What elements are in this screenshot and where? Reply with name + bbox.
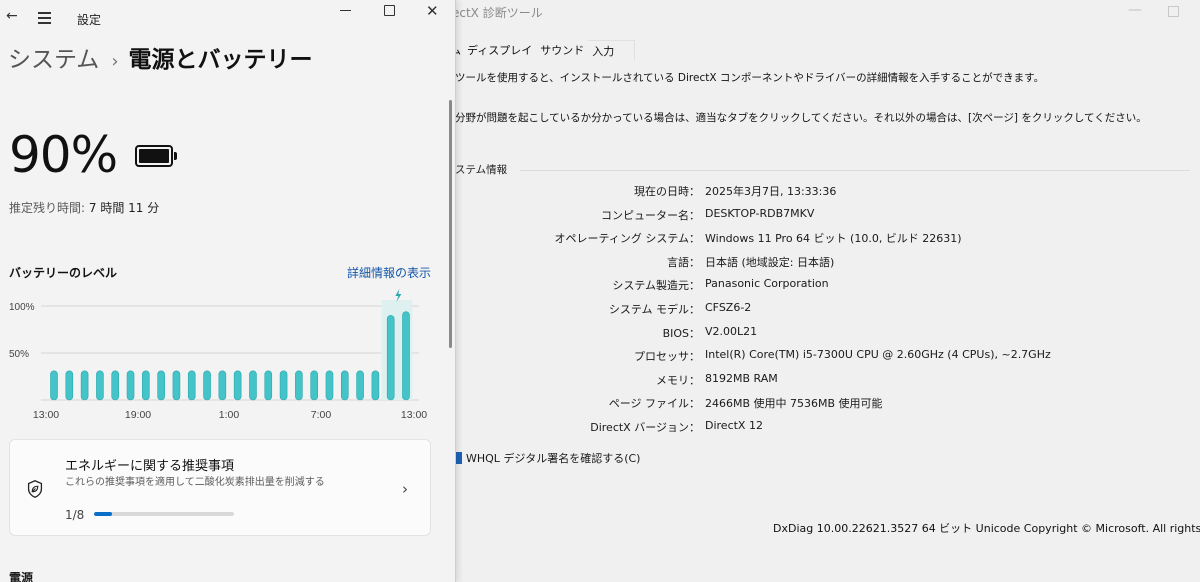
x-tick-label: 1:00 bbox=[219, 409, 240, 421]
y-tick-label: 50% bbox=[9, 349, 29, 360]
dxdiag-title: ectX 診断ツール bbox=[452, 6, 543, 20]
group-divider bbox=[520, 170, 1190, 171]
info-value: 2025年3月7日, 13:33:36 bbox=[705, 185, 837, 198]
leaf-shield-icon bbox=[27, 480, 43, 498]
remaining-time: 推定残り時間: 7 時間 11 分 bbox=[9, 199, 159, 216]
battery-icon bbox=[135, 145, 177, 167]
energy-card-subtitle: これらの推奨事項を適用して二酸化炭素排出量を削減する bbox=[65, 477, 325, 488]
chart-bar bbox=[50, 370, 58, 401]
hamburger-menu-icon[interactable] bbox=[38, 12, 51, 27]
chart-bar bbox=[126, 370, 135, 401]
back-arrow-icon[interactable]: ← bbox=[6, 8, 18, 24]
remaining-time-label: 推定残り時間: bbox=[9, 201, 86, 215]
system-info-group-label: ステム情報 bbox=[455, 164, 508, 176]
remaining-time-value: 7 時間 11 分 bbox=[88, 201, 160, 215]
whql-checkbox[interactable]: WHQL デジタル署名を確認する(C) bbox=[456, 450, 640, 466]
info-value: DESKTOP-RDB7MKV bbox=[705, 206, 815, 220]
chart-bar bbox=[310, 370, 318, 401]
y-tick-label: 100% bbox=[9, 302, 35, 313]
energy-progress-fill bbox=[94, 512, 112, 516]
power-section-heading: 電源 bbox=[9, 571, 34, 582]
info-label: システム モデル： bbox=[608, 303, 700, 316]
chart-bar bbox=[203, 370, 211, 401]
x-tick-label: 13:00 bbox=[33, 409, 59, 421]
dxdiag-footer: DxDiag 10.00.22621.3527 64 ビット Unicode C… bbox=[773, 522, 1200, 535]
info-label: メモリ： bbox=[656, 373, 700, 387]
chart-bar bbox=[325, 370, 334, 401]
chart-bar bbox=[157, 370, 165, 401]
info-value: Intel(R) Core(TM) i5-7300U CPU @ 2.60GHz… bbox=[705, 348, 1051, 362]
chart-bar bbox=[386, 315, 395, 401]
chart-bar bbox=[142, 370, 150, 401]
dxdiag-window: ectX 診断ツール — ム ディスプレイ サウンド 入力 ツールを使用すると、… bbox=[440, 0, 1200, 582]
chevron-right-icon: › bbox=[111, 51, 119, 72]
dxdiag-titlebar: ectX 診断ツール — bbox=[440, 0, 1200, 24]
chevron-right-icon[interactable]: › bbox=[402, 480, 408, 498]
info-label: プロセッサ： bbox=[634, 350, 700, 364]
chart-bar bbox=[402, 311, 410, 401]
minimize-icon[interactable] bbox=[340, 10, 351, 11]
chart-bar bbox=[264, 370, 273, 401]
battery-level-chart: 100% 50% 13:00 19:00 1:00 7:00 13:00 bbox=[9, 289, 427, 421]
info-value: V2.00L21 bbox=[705, 324, 758, 338]
energy-progress-bar bbox=[94, 512, 234, 516]
info-label: 現在の日時： bbox=[634, 185, 700, 198]
tab-display[interactable]: ディスプレイ bbox=[463, 40, 536, 59]
dxdiag-minimize-icon[interactable]: — bbox=[1128, 2, 1142, 18]
info-value: DirectX 12 bbox=[705, 419, 763, 432]
whql-label: WHQL デジタル署名を確認する(C) bbox=[466, 452, 641, 465]
info-value: Windows 11 Pro 64 ビット (10.0, ビルド 22631) bbox=[705, 232, 962, 246]
chart-bar bbox=[65, 370, 74, 401]
chart-bar bbox=[249, 370, 257, 401]
info-value: CFSZ6-2 bbox=[705, 301, 752, 314]
settings-window: ← 設定 ✕ システム › 電源とバッテリー 90% 推定残り時間: 7 時間 11… bbox=[0, 0, 456, 582]
breadcrumb: システム › 電源とバッテリー bbox=[8, 40, 313, 74]
info-label: 言語： bbox=[667, 255, 700, 269]
x-tick-label: 13:00 bbox=[401, 409, 427, 421]
chart-bar bbox=[356, 370, 364, 401]
battery-level-heading: バッテリーのレベル bbox=[9, 266, 118, 280]
dxdiag-maximize-icon[interactable] bbox=[1168, 6, 1179, 17]
info-label: DirectX バージョン： bbox=[590, 421, 700, 434]
breadcrumb-system[interactable]: システム bbox=[8, 47, 99, 73]
tab-input[interactable]: 入力 bbox=[588, 40, 636, 60]
scrollbar-thumb[interactable] bbox=[449, 100, 452, 348]
x-tick-label: 7:00 bbox=[311, 409, 332, 421]
chart-bar bbox=[218, 370, 227, 401]
x-tick-label: 19:00 bbox=[125, 409, 151, 421]
chart-bar bbox=[111, 370, 120, 401]
view-details-link[interactable]: 詳細情報の表示 bbox=[347, 264, 431, 281]
chart-bar bbox=[279, 370, 288, 401]
maximize-icon[interactable] bbox=[384, 5, 395, 16]
energy-card-count: 1/8 bbox=[65, 508, 85, 522]
info-value: Panasonic Corporation bbox=[705, 277, 829, 291]
chart-bar bbox=[295, 370, 303, 401]
close-icon[interactable]: ✕ bbox=[426, 2, 439, 20]
info-label: ページ ファイル： bbox=[608, 397, 700, 411]
checkbox-icon[interactable] bbox=[456, 452, 462, 464]
chart-bar bbox=[96, 370, 104, 401]
info-label: コンピューター名： bbox=[601, 208, 700, 222]
info-label: システム製造元： bbox=[612, 279, 700, 293]
app-title: 設定 bbox=[77, 13, 102, 27]
info-value: 8192MB RAM bbox=[705, 371, 778, 385]
info-label: BIOS： bbox=[662, 326, 700, 340]
dxdiag-tabs: ム ディスプレイ サウンド 入力 bbox=[440, 40, 636, 60]
tab-sound[interactable]: サウンド bbox=[536, 40, 588, 59]
chart-bar bbox=[340, 370, 349, 401]
energy-recommendations-card[interactable]: エネルギーに関する推奨事項 これらの推奨事項を適用して二酸化炭素排出量を削減する… bbox=[9, 439, 431, 536]
info-value: 2466MB 使用中 7536MB 使用可能 bbox=[705, 397, 883, 411]
chart-bar bbox=[80, 370, 89, 401]
page-title: 電源とバッテリー bbox=[128, 47, 313, 73]
dxdiag-description-2: 分野が問題を起こしているか分かっている場合は、適当なタブをクリックしてください。… bbox=[455, 112, 1147, 124]
chart-bar bbox=[172, 370, 181, 401]
dxdiag-description-1: ツールを使用すると、インストールされている DirectX コンポーネントやドラ… bbox=[455, 72, 1045, 84]
chart-bar bbox=[371, 370, 380, 401]
info-label: オペレーティング システム： bbox=[554, 232, 700, 246]
battery-percentage: 90% bbox=[9, 126, 118, 184]
energy-card-title: エネルギーに関する推奨事項 bbox=[65, 459, 235, 474]
chart-bar bbox=[187, 370, 196, 401]
chart-bar bbox=[233, 370, 242, 401]
info-value: 日本語 (地域設定: 日本語) bbox=[705, 255, 835, 269]
